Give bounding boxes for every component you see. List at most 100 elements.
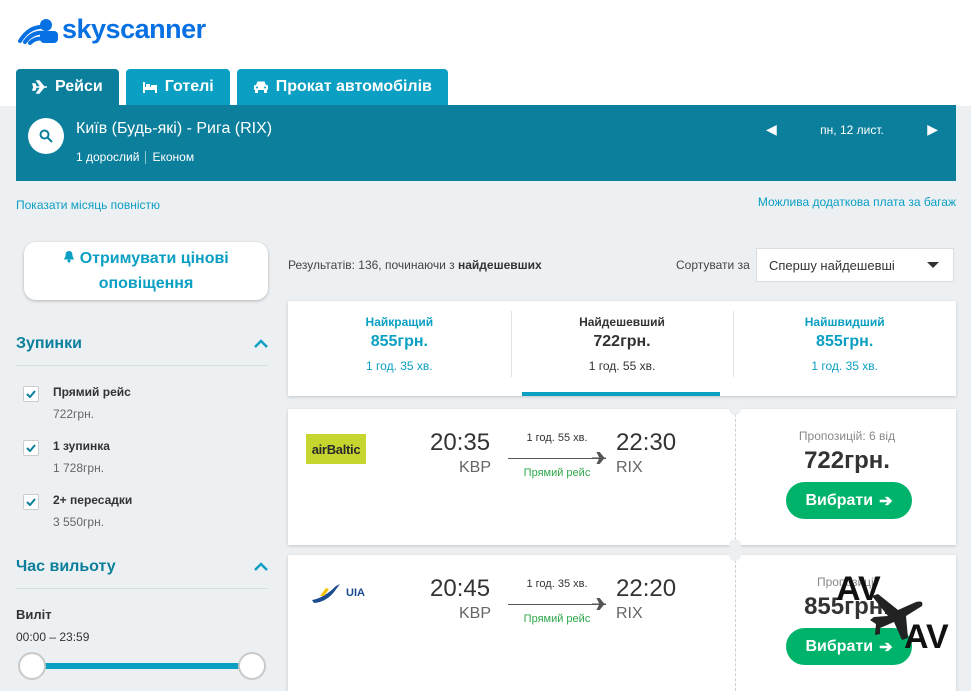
arrive-time: 22:30 [616,429,677,456]
departure-label: Виліт [16,607,52,622]
bell-icon [63,250,79,267]
arrow-right-icon: ➔ [879,492,893,510]
summary-title: Найдешевший [579,315,665,329]
sort-dropdown[interactable]: Спершу найдешевші [756,248,954,282]
show-full-month-link[interactable]: Показати місяць повністю [16,198,160,212]
offers-count[interactable]: Пропозицій: 6 від [738,429,956,443]
next-date-icon[interactable]: ▶ [927,121,938,138]
av-watermark: AV AV [836,570,966,660]
stop-option-one-stop[interactable]: 1 зупинка 1 728грн. [23,439,110,475]
plane-icon [592,452,606,464]
stops-text: Прямий рейс [523,613,591,625]
sort-label: Сортувати за [676,258,750,272]
arrive-time: 22:20 [616,575,677,602]
card-notch [729,549,741,561]
summary-price: 855грн. [816,333,874,350]
airline-logo-uia: UIA [310,582,365,604]
skyscanner-logo-icon [18,18,58,45]
tab-car-hire-label: Прокат автомобілів [275,78,432,95]
plane-icon [32,80,47,94]
departure-time-filter-header[interactable]: Час вильоту [16,558,268,589]
search-icon [39,129,53,143]
card-divider [735,409,736,545]
search-meta: 1 дорослий Економ [76,150,194,164]
checkbox[interactable] [23,440,39,456]
skyscanner-logo[interactable]: skyscanner [16,14,206,45]
stop-option-direct[interactable]: Прямий рейс 722грн. [23,385,131,421]
tab-flights[interactable]: Рейси [16,69,119,105]
stop-option-price: 3 550грн. [53,515,105,529]
stop-option-label: 1 зупинка [53,439,110,453]
tab-flights-label: Рейси [55,78,103,95]
depart-airport-code: KBP [459,605,492,622]
summary-tab-cheapest[interactable]: Найдешевший 722грн. 1 год. 55 хв. [510,301,734,396]
summary-tab-best[interactable]: Найкращий 855грн. 1 год. 35 хв. [288,301,511,396]
depart-time: 20:35 [430,429,491,456]
results-count-bold: найдешевших [458,258,542,272]
flight-result-card[interactable]: airBaltic 20:35 KBP 1 год. 55 хв. Прямий… [288,403,956,551]
stops-filter-header[interactable]: Зупинки [16,335,268,366]
summary-title: Найкращий [365,315,434,329]
departure-slider-start-handle[interactable] [18,652,46,680]
stop-option-price: 1 728грн. [53,461,105,475]
date-selector: ◀ пн, 12 лист. ▶ [766,121,938,138]
search-summary-bar[interactable]: Київ (Будь-які) - Рига (RIX) 1 дорослий … [16,105,956,181]
chevron-up-icon[interactable] [254,562,268,572]
arrive-airport-code: RIX [616,459,643,476]
summary-duration: 1 год. 35 хв. [366,359,433,373]
summary-title: Найшвидший [804,315,885,329]
arrive-airport-code: RIX [616,605,643,622]
tab-hotels-label: Готелі [164,78,214,95]
select-button-label: Вибрати [805,491,874,509]
product-tabs: Рейси Готелі Прокат автомобілів [16,69,448,105]
date-text[interactable]: пн, 12 лист. [820,123,884,137]
bed-icon [142,82,157,93]
price-alerts-button[interactable]: Отримувати цінові оповіщення [24,242,268,300]
prev-date-icon[interactable]: ◀ [766,121,777,138]
depart-time: 20:45 [430,575,491,602]
results-count-prefix: Результатів: 136, починаючи з [288,258,458,272]
top-header: skyscanner Рейси Готелі Прокат автомобіл… [0,0,971,106]
airline-logo-airbaltic: airBaltic [306,434,366,464]
route-text[interactable]: Київ (Будь-які) - Рига (RIX) [76,120,272,138]
card-notch [729,403,741,415]
departure-slider-track[interactable] [32,663,252,669]
price-alerts-label: Отримувати цінові оповіщення [79,250,229,292]
baggage-fee-link[interactable]: Можлива додаткова плата за багаж [758,195,956,209]
tab-hotels[interactable]: Готелі [125,69,230,105]
airline-name: UIA [346,587,365,599]
chevron-up-icon[interactable] [254,339,268,349]
departure-slider-end-handle[interactable] [238,652,266,680]
summary-price: 855грн. [370,333,428,350]
summary-tab-fastest[interactable]: Найшвидший 855грн. 1 год. 35 хв. [733,301,956,396]
summary-duration: 1 год. 55 хв. [588,359,656,373]
stop-option-label: Прямий рейс [53,385,131,399]
flight-duration: 1 год. 35 хв. [526,578,588,590]
departure-range: 00:00 – 23:59 [16,630,90,644]
passengers-text[interactable]: 1 дорослий [76,150,139,164]
stops-filter-title: Зупинки [16,335,82,352]
stop-option-two-plus[interactable]: 2+ пересадки 3 550грн. [23,493,132,529]
summary-duration: 1 год. 35 хв. [811,359,878,373]
departure-filter-title: Час вильоту [16,558,116,575]
meta-divider [145,150,147,164]
stop-option-price: 722грн. [53,407,95,421]
checkbox[interactable] [23,386,39,402]
checkbox[interactable] [23,494,39,510]
results-summary-tabs: Найкращий 855грн. 1 год. 35 хв. Найдешев… [288,301,956,396]
checkmark-icon [26,390,36,398]
stops-text: Прямий рейс [523,467,591,479]
car-icon [253,81,268,93]
sort-value: Спершу найдешевші [769,257,895,273]
checkmark-icon [26,498,36,506]
checkmark-icon [26,444,36,452]
stop-option-label: 2+ пересадки [53,493,133,507]
flight-price: 722грн. [804,447,890,474]
watermark-text-bottom: AV [904,618,949,656]
search-button[interactable] [28,118,64,154]
card-divider [735,555,736,691]
select-flight-button[interactable]: Вибрати ➔ [786,482,912,519]
tab-car-hire[interactable]: Прокат автомобілів [236,69,448,105]
cabin-class-text[interactable]: Економ [152,150,194,164]
plane-icon [592,598,606,610]
